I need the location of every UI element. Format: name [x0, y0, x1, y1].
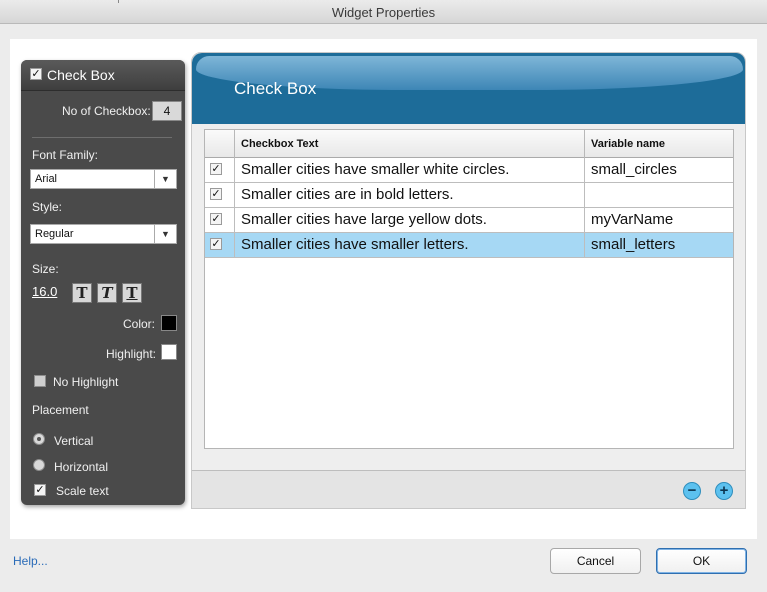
style-value: Regular	[35, 228, 74, 240]
add-row-button[interactable]: +	[715, 482, 733, 500]
no-highlight-checkbox[interactable]	[34, 375, 46, 387]
row-check-cell: ✓	[205, 158, 235, 182]
table-header: Checkbox Text Variable name	[205, 130, 733, 158]
placement-label: Placement	[32, 403, 89, 417]
checkbox-count-input[interactable]: 4	[152, 101, 182, 121]
column-header-check	[205, 130, 235, 158]
remove-row-button[interactable]: −	[683, 482, 701, 500]
highlight-label: Highlight:	[105, 347, 156, 361]
table-row[interactable]: ✓ Smaller cities are in bold letters.	[205, 183, 733, 208]
column-header-text: Checkbox Text	[235, 130, 585, 158]
table-row-selected[interactable]: ✓ Smaller cities have smaller letters. s…	[205, 233, 733, 258]
table-row[interactable]: ✓ Smaller cities have large yellow dots.…	[205, 208, 733, 233]
row-text[interactable]: Smaller cities have smaller letters.	[235, 233, 585, 257]
panel-title: Check Box	[47, 67, 115, 83]
row-text[interactable]: Smaller cities are in bold letters.	[235, 183, 585, 207]
editor-title: Check Box	[234, 79, 317, 98]
vertical-label: Vertical	[54, 434, 94, 448]
row-checkbox[interactable]: ✓	[210, 163, 222, 175]
row-checkbox[interactable]: ✓	[210, 188, 222, 200]
row-check-cell: ✓	[205, 183, 235, 207]
titlebar-tick	[118, 0, 119, 3]
window-titlebar: Widget Properties	[0, 0, 767, 24]
checkbox-editor: Check Box Checkbox Text Variable name ✓ …	[191, 52, 746, 509]
font-family-value: Arial	[35, 173, 58, 185]
row-checkbox[interactable]: ✓	[210, 238, 222, 250]
font-family-select[interactable]: Arial ▼	[30, 169, 177, 189]
editor-header: Check Box	[192, 53, 745, 124]
placement-horizontal-radio[interactable]	[33, 459, 45, 471]
size-label: Size:	[32, 262, 59, 276]
chevron-down-icon: ▼	[154, 170, 176, 188]
row-variable[interactable]	[585, 183, 733, 207]
row-variable[interactable]: myVarName	[585, 208, 733, 232]
row-variable[interactable]: small_letters	[585, 233, 733, 257]
row-check-cell: ✓	[205, 233, 235, 257]
row-text[interactable]: Smaller cities have smaller white circle…	[235, 158, 585, 182]
ok-button[interactable]: OK	[656, 548, 747, 574]
color-label: Color:	[122, 317, 155, 331]
column-header-variable: Variable name	[591, 138, 665, 150]
panel-title-checkbox[interactable]: ✓	[30, 68, 42, 80]
editor-footer: − +	[192, 470, 745, 508]
scale-text-checkbox[interactable]: ✓	[34, 484, 46, 496]
text-color-swatch[interactable]	[161, 315, 177, 331]
bold-button[interactable]: T	[72, 283, 92, 303]
underline-button[interactable]: T	[122, 283, 142, 303]
chevron-down-icon: ▼	[154, 225, 176, 243]
horizontal-label: Horizontal	[54, 460, 109, 474]
panel-header: ✓ Check Box	[21, 60, 185, 91]
row-text[interactable]: Smaller cities have large yellow dots.	[235, 208, 585, 232]
cancel-button[interactable]: Cancel	[550, 548, 641, 574]
style-select[interactable]: Regular ▼	[30, 224, 177, 244]
scale-text-label: Scale text	[56, 484, 109, 498]
italic-button[interactable]: T	[97, 283, 117, 303]
font-family-label: Font Family:	[32, 148, 99, 162]
checkbox-count-label: No of Checkbox:	[62, 104, 151, 118]
placement-vertical-radio[interactable]	[33, 433, 45, 445]
window-title: Widget Properties	[331, 5, 436, 20]
help-link[interactable]: Help...	[13, 554, 48, 568]
no-highlight-label: No Highlight	[53, 375, 119, 389]
row-check-cell: ✓	[205, 208, 235, 232]
font-size-value[interactable]: 16.0	[32, 284, 57, 299]
highlight-color-swatch[interactable]	[161, 344, 177, 360]
table-row[interactable]: ✓ Smaller cities have smaller white circ…	[205, 158, 733, 183]
panel-divider	[32, 137, 172, 138]
row-checkbox[interactable]: ✓	[210, 213, 222, 225]
row-variable[interactable]: small_circles	[585, 158, 733, 182]
style-label: Style:	[32, 200, 63, 214]
checkbox-table: Checkbox Text Variable name ✓ Smaller ci…	[204, 129, 734, 449]
